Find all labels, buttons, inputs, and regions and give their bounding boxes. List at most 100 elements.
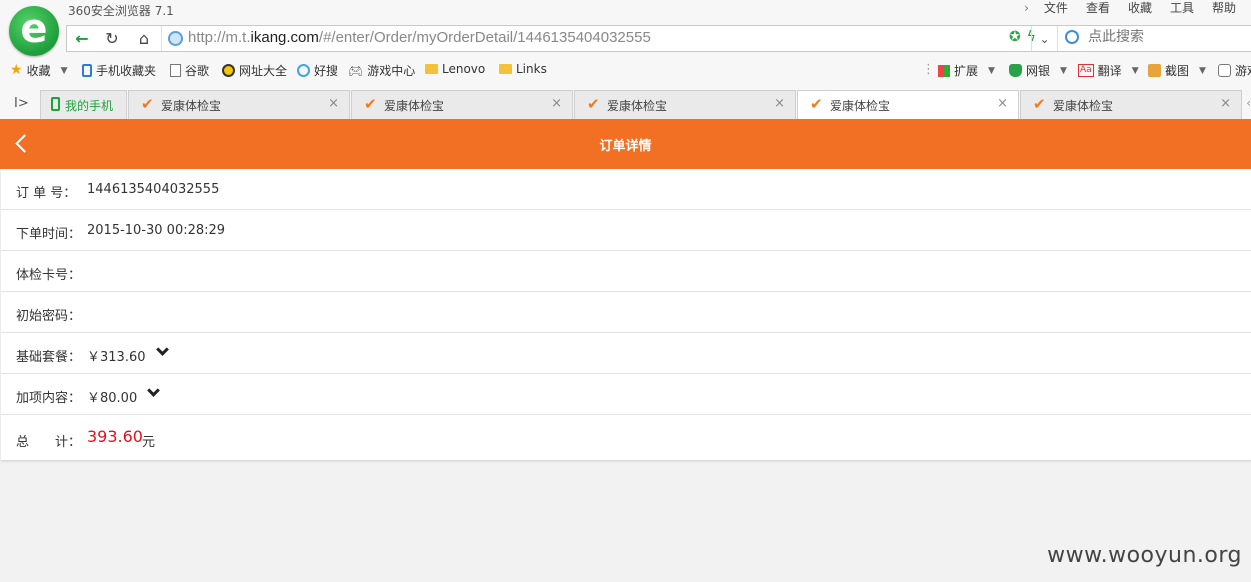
checkmark-icon: ✔ bbox=[587, 95, 600, 113]
tab-ikang-active[interactable]: ✔ 爱康体检宝 × bbox=[797, 90, 1019, 120]
gamepad-icon: 🎮︎ bbox=[348, 63, 364, 78]
bookmark-game-center[interactable]: 🎮︎ 游戏中心 bbox=[348, 62, 415, 79]
order-time-row: 下单时间： 2015-10-30 00:28:29 bbox=[1, 210, 1251, 251]
menu-file[interactable]: 文件 bbox=[1035, 1, 1077, 15]
menu-favorites[interactable]: 收藏 bbox=[1119, 1, 1161, 15]
watermark: www.wooyun.org bbox=[1047, 543, 1242, 568]
total-row: 总 计： 393.60 元 bbox=[1, 415, 1251, 460]
addon-items-row[interactable]: 加项内容： ￥80.00 bbox=[1, 374, 1251, 415]
bookmark-lenovo[interactable]: Lenovo bbox=[425, 62, 485, 76]
close-icon[interactable]: × bbox=[774, 96, 785, 111]
browser-chrome: e 360安全浏览器 7.1 › 文件 查看 收藏 工具 帮助 ← ↻ ⌂ ht… bbox=[0, 0, 1251, 120]
checkmark-icon: ✔ bbox=[364, 95, 377, 113]
search-icon bbox=[1065, 30, 1079, 44]
shield-icon bbox=[1009, 64, 1022, 77]
close-icon[interactable]: × bbox=[328, 96, 339, 111]
checkmark-icon: ✔ bbox=[141, 95, 154, 113]
site-directory-icon bbox=[222, 64, 235, 77]
chevron-down-icon: ⌄ bbox=[1039, 31, 1050, 46]
app-title: 360安全浏览器 7.1 bbox=[68, 4, 174, 18]
page-title: 订单详情 bbox=[599, 139, 652, 154]
chevron-down-icon: ▼ bbox=[1199, 65, 1206, 76]
security-check-icon[interactable]: ✪ bbox=[1009, 29, 1021, 45]
toolbar-screenshot[interactable]: 截图 ▼ bbox=[1148, 62, 1206, 79]
bookmark-haosou[interactable]: 好搜 bbox=[297, 62, 338, 79]
menu-expand-icon[interactable]: › bbox=[1018, 1, 1035, 15]
extensions-icon bbox=[938, 64, 950, 77]
bookmark-mobile-favorites[interactable]: 手机收藏夹 bbox=[82, 62, 156, 79]
chevron-down-icon: ▼ bbox=[988, 65, 995, 76]
checkmark-icon: ✔ bbox=[810, 95, 823, 113]
back-button[interactable]: ← bbox=[67, 26, 97, 51]
navigation-bar: ← ↻ ⌂ http://m.t.ikang.com/#/enter/Order… bbox=[66, 25, 1251, 52]
exam-card-row: 体检卡号： bbox=[1, 251, 1251, 292]
reload-button[interactable]: ↻ bbox=[97, 26, 127, 51]
chevron-down-icon: ▼ bbox=[1131, 65, 1139, 76]
tab-ikang-3[interactable]: ✔ 爱康体检宝 × bbox=[574, 90, 796, 119]
bookmark-site-directory[interactable]: 网址大全 bbox=[222, 62, 287, 79]
home-icon: ⌂ bbox=[138, 29, 150, 48]
addon-items-price: ￥80.00 bbox=[87, 391, 138, 406]
tab-strip: I> 我的手机 ✔ 爱康体检宝 × ✔ 爱康体检宝 × ✔ 爱康体检宝 × ✔ … bbox=[0, 90, 1251, 120]
close-icon[interactable]: × bbox=[997, 96, 1008, 111]
menu-tools[interactable]: 工具 bbox=[1161, 1, 1203, 15]
chevron-down-icon: ▼ bbox=[1060, 65, 1067, 76]
total-unit: 元 bbox=[142, 435, 156, 450]
base-package-label: 基础套餐： bbox=[16, 350, 82, 365]
address-bar[interactable]: http://m.t.ikang.com/#/enter/Order/myOrd… bbox=[161, 26, 1046, 51]
browser-logo[interactable]: e bbox=[9, 6, 59, 56]
order-number-label: 订 单 号： bbox=[16, 186, 77, 201]
order-time-label: 下单时间： bbox=[16, 227, 82, 242]
address-dropdown-button[interactable]: ⌄ bbox=[1031, 26, 1057, 51]
phone-icon bbox=[82, 64, 92, 77]
top-menu: › 文件 查看 收藏 工具 帮助 bbox=[1018, 1, 1245, 15]
toolbar-extensions[interactable]: 扩展 ▼ bbox=[938, 62, 995, 79]
checkmark-icon: ✔ bbox=[1033, 95, 1046, 113]
chevron-down-icon[interactable] bbox=[156, 347, 168, 359]
game-icon bbox=[1218, 64, 1231, 77]
toolbar-online-banking[interactable]: 网银 ▼ bbox=[1009, 62, 1067, 79]
star-icon: ★ bbox=[10, 62, 23, 78]
folder-icon bbox=[425, 64, 438, 74]
close-icon[interactable]: × bbox=[1220, 96, 1231, 111]
folder-icon bbox=[499, 64, 512, 74]
url-text[interactable]: http://m.t.ikang.com/#/enter/Order/myOrd… bbox=[188, 29, 651, 46]
tab-ikang-1[interactable]: ✔ 爱康体检宝 × bbox=[128, 90, 350, 119]
toolbar-grip: ⋮ bbox=[922, 62, 935, 77]
base-package-row[interactable]: 基础套餐： ￥313.60 bbox=[1, 333, 1251, 374]
initial-password-row: 初始密码： bbox=[1, 292, 1251, 333]
initial-password-label: 初始密码： bbox=[16, 309, 82, 324]
search-input[interactable] bbox=[1088, 29, 1248, 45]
page-header: 订单详情 bbox=[0, 119, 1251, 169]
sidebar-toggle-icon[interactable]: I> bbox=[14, 96, 29, 111]
base-package-price: ￥313.60 bbox=[87, 350, 146, 365]
search-box[interactable] bbox=[1057, 26, 1251, 51]
menu-view[interactable]: 查看 bbox=[1077, 1, 1119, 15]
tab-ikang-5[interactable]: ✔ 爱康体检宝 × bbox=[1020, 90, 1242, 119]
menu-help[interactable]: 帮助 bbox=[1203, 1, 1245, 15]
total-amount: 393.60 bbox=[87, 427, 143, 446]
home-button[interactable]: ⌂ bbox=[129, 26, 159, 51]
bookmark-favorites[interactable]: ★ 收藏 ▼ bbox=[10, 62, 68, 79]
tab-ikang-2[interactable]: ✔ 爱康体检宝 × bbox=[351, 90, 573, 119]
order-number-value: 1446135404032555 bbox=[87, 182, 220, 197]
order-detail-card: 订 单 号： 1446135404032555 下单时间： 2015-10-30… bbox=[1, 169, 1251, 461]
phone-icon bbox=[51, 97, 60, 111]
bookmark-google[interactable]: 谷歌 bbox=[170, 62, 209, 79]
total-label: 总 计： bbox=[16, 435, 82, 450]
haosou-icon bbox=[297, 64, 310, 77]
tab-my-phone[interactable]: 我的手机 bbox=[40, 90, 127, 119]
toolbar-translate[interactable]: Aa 翻译 ▼ bbox=[1078, 62, 1139, 79]
order-time-value: 2015-10-30 00:28:29 bbox=[87, 223, 226, 238]
bookmark-links[interactable]: Links bbox=[499, 62, 547, 76]
order-number-row: 订 单 号： 1446135404032555 bbox=[1, 169, 1251, 210]
back-arrow-icon: ← bbox=[75, 29, 89, 48]
chevron-down-icon[interactable] bbox=[147, 388, 159, 400]
page-content: 订单详情 订 单 号： 1446135404032555 下单时间： 2015-… bbox=[0, 119, 1251, 582]
close-icon[interactable]: × bbox=[551, 96, 562, 111]
screenshot-icon bbox=[1148, 64, 1161, 77]
tab-scroll-icon[interactable]: ‹ bbox=[1246, 96, 1251, 110]
addon-items-label: 加项内容： bbox=[16, 391, 82, 406]
toolbar-games[interactable]: 游戏 bbox=[1218, 62, 1251, 79]
page-icon bbox=[170, 64, 181, 77]
